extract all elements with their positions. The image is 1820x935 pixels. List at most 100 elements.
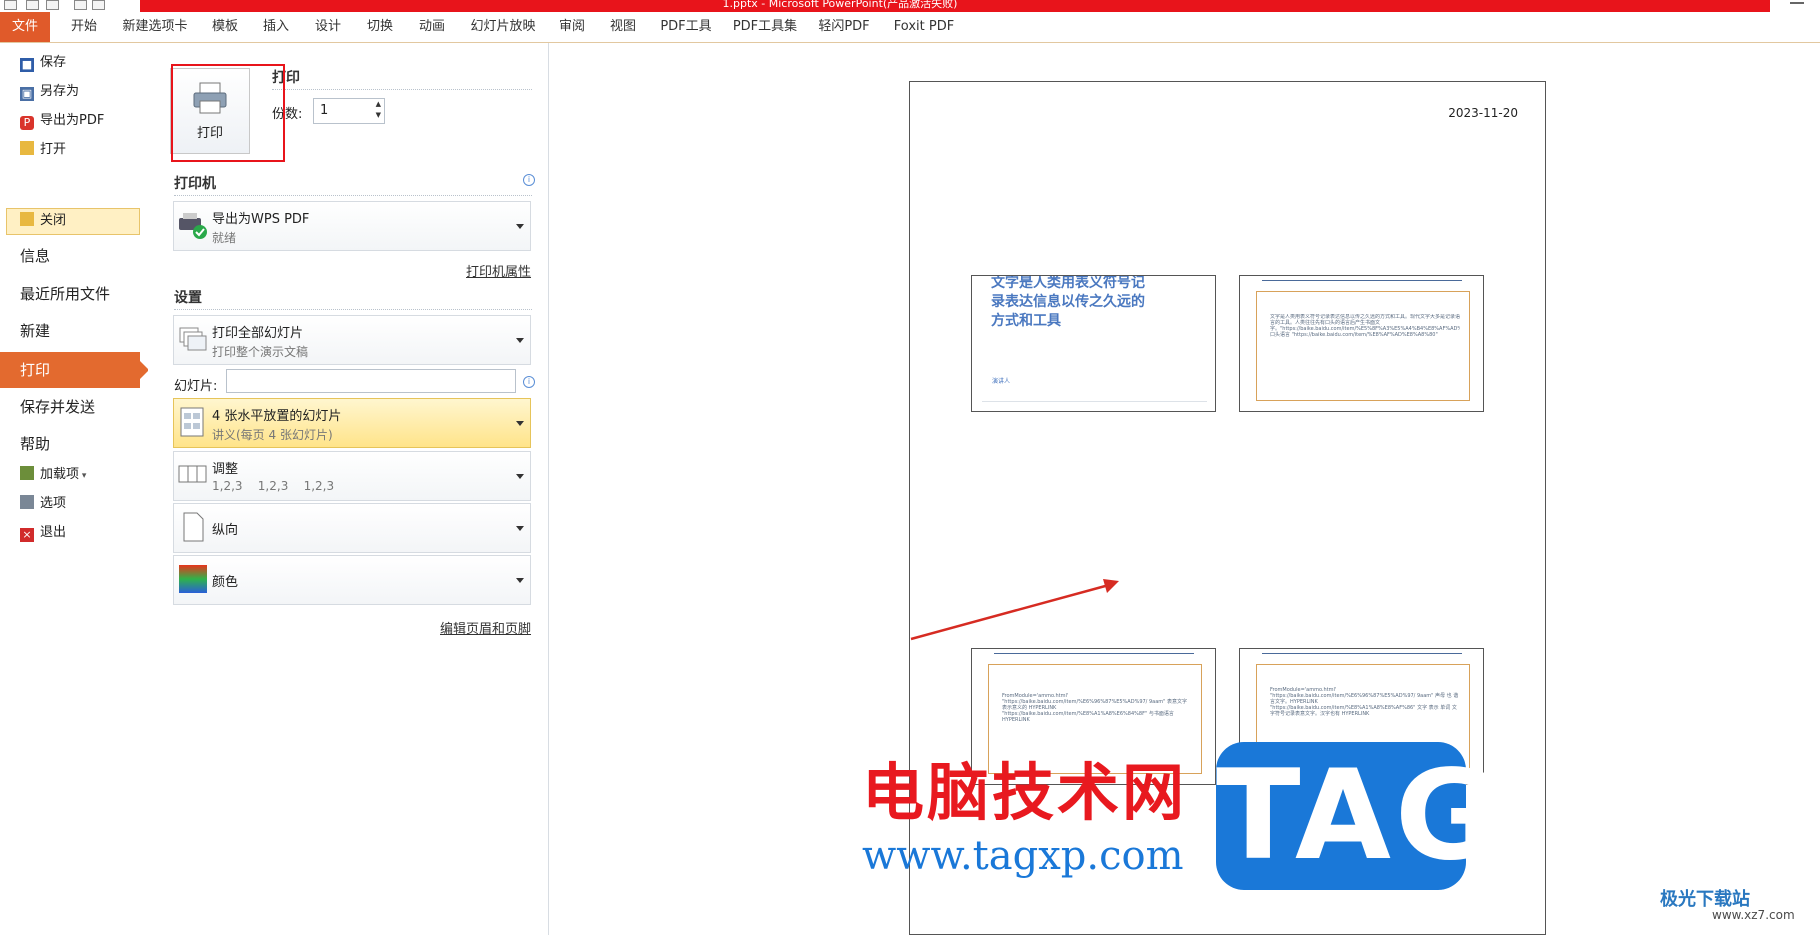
print-button-highlight (171, 64, 285, 162)
printer-properties-link[interactable]: 打印机属性 (466, 261, 531, 280)
printer-status: 就绪 (212, 231, 237, 245)
handout-layout-icon (180, 407, 204, 437)
options-icon (20, 495, 34, 509)
nav-print[interactable]: 打印 (0, 352, 140, 388)
spin-up-icon[interactable]: ▲ (376, 100, 381, 108)
tab-home[interactable]: 开始 (62, 12, 106, 42)
printer-dropdown[interactable]: 导出为WPS PDF 就绪 (173, 201, 531, 251)
chevron-down-icon (516, 224, 524, 229)
orientation-dropdown[interactable]: 纵向 (173, 503, 531, 553)
backstage-nav: ■ 保存 ▣ 另存为 P 导出为PDF 打开 关闭 信息 最近所用文件 新建 打印 保… (0, 43, 149, 935)
nav-info[interactable]: 信息 (20, 239, 50, 273)
folder-open-icon (20, 141, 34, 155)
layout-dropdown[interactable]: 4 张水平放置的幻灯片 讲义(每页 4 张幻灯片) (173, 398, 531, 448)
color-dropdown[interactable]: 颜色 (173, 555, 531, 605)
divider (174, 309, 532, 310)
tab-animations[interactable]: 动画 (412, 12, 452, 42)
save-as-icon: ▣ (20, 87, 34, 101)
chevron-down-icon (516, 421, 524, 426)
slide-thumbnail-2: 文字是人类用表义符号记录表达信息以传之久远的方式和工具。现代文字大多是记录语言的… (1239, 275, 1484, 412)
nav-print-label: 打印 (20, 361, 51, 379)
minimize-icon[interactable] (1790, 2, 1804, 4)
tab-insert[interactable]: 插入 (256, 12, 296, 42)
collate-icon (178, 465, 207, 483)
tab-file[interactable]: 文件 (0, 12, 50, 42)
color-label: 颜色 (212, 575, 239, 590)
quick-access-print-icon[interactable] (92, 0, 105, 10)
chevron-down-icon (516, 526, 524, 531)
chevron-down-icon (516, 578, 524, 583)
nav-addins[interactable]: 加载项 ▾ (20, 463, 86, 487)
nav-close-label: 关闭 (40, 213, 67, 228)
nav-save-as-label: 另存为 (40, 84, 80, 99)
tab-foxit-pdf[interactable]: Foxit PDF (886, 12, 962, 42)
annotation-arrow (910, 579, 1119, 641)
printer-section-title: 打印机 (174, 176, 216, 192)
edit-header-footer-link[interactable]: 编辑页眉和页脚 (440, 618, 531, 637)
spin-down-icon[interactable]: ▼ (376, 111, 381, 119)
nav-recent[interactable]: 最近所用文件 (20, 277, 110, 311)
chevron-down-icon: ▾ (79, 471, 87, 481)
save-icon: ■ (20, 58, 34, 72)
nav-save[interactable]: ■ 保存 (20, 51, 66, 75)
preview-date: 2023-11-20 (1448, 106, 1518, 120)
nav-options[interactable]: 选项 (20, 492, 66, 516)
quick-access-app-icon[interactable] (4, 0, 17, 10)
nav-save-send[interactable]: 保存并发送 (20, 390, 95, 424)
slides-label: 幻灯片: (174, 379, 218, 394)
copies-spinner[interactable]: 1 ▲ ▼ (313, 98, 385, 124)
tab-review[interactable]: 审阅 (552, 12, 592, 42)
nav-help[interactable]: 帮助 (20, 427, 50, 461)
nav-save-as[interactable]: ▣ 另存为 (20, 80, 79, 104)
tab-templates[interactable]: 模板 (205, 12, 245, 42)
folder-close-icon (20, 212, 34, 226)
exit-icon: × (20, 528, 34, 542)
nav-export-pdf[interactable]: P 导出为PDF (20, 109, 104, 133)
print-range-sub: 打印整个演示文稿 (212, 345, 309, 359)
settings-section-title: 设置 (174, 290, 202, 306)
quick-access-redo-icon[interactable] (74, 0, 87, 10)
tab-new-tab[interactable]: 新建选项卡 (118, 12, 192, 42)
copies-value: 1 (320, 103, 329, 118)
nav-close[interactable]: 关闭 (6, 208, 140, 235)
nav-export-pdf-label: 导出为PDF (40, 113, 105, 128)
nav-new[interactable]: 新建 (20, 314, 50, 348)
chevron-down-icon (516, 338, 524, 343)
quick-access-undo-icon[interactable] (46, 0, 59, 10)
collate-main: 调整 (212, 462, 239, 477)
nav-open[interactable]: 打开 (20, 138, 66, 162)
nav-exit[interactable]: × 退出 (20, 521, 66, 545)
tab-flash-pdf[interactable]: 轻闪PDF (814, 12, 874, 42)
info-icon[interactable]: i (523, 174, 535, 186)
tab-design[interactable]: 设计 (308, 12, 348, 42)
title-bar-active: 1.pptx - Microsoft PowerPoint(产品激活失败) (140, 0, 1770, 12)
tab-pdf-toolset[interactable]: PDF工具集 (728, 12, 802, 42)
print-settings-panel: 打印 打印 份数: 1 ▲ ▼ 打印机 i 导出为WPS PDF 就绪 打印机属… (148, 43, 549, 935)
divider (994, 653, 1194, 654)
slides-icon (179, 327, 207, 351)
addins-icon (20, 466, 34, 480)
collate-dropdown[interactable]: 调整 1,2,3 1,2,3 1,2,3 (173, 451, 531, 501)
nav-options-label: 选项 (40, 496, 67, 511)
nav-save-label: 保存 (40, 55, 67, 70)
portrait-icon (183, 512, 204, 542)
info-icon[interactable]: i (523, 376, 535, 388)
slide2-text: 文字是人类用表义符号记录表达信息以传之久远的方式和工具。现代文字大多是记录语言的… (1270, 314, 1460, 338)
layout-main: 4 张水平放置的幻灯片 (212, 409, 342, 424)
watermark-tag-logo: TAG (1216, 742, 1501, 890)
quick-access-save-icon[interactable] (26, 0, 39, 10)
collate-sub: 1,2,3 1,2,3 1,2,3 (212, 479, 335, 493)
tab-slideshow[interactable]: 幻灯片放映 (465, 12, 541, 42)
print-range-dropdown[interactable]: 打印全部幻灯片 打印整个演示文稿 (173, 315, 531, 365)
color-icon (179, 565, 207, 593)
nav-addins-label: 加载项 (40, 467, 80, 482)
divider (272, 89, 532, 90)
slide-thumbnail-1: 文字是人类用表义符号记录表达信息以传之久远的方式和工具 演讲人 (971, 275, 1216, 412)
pdf-icon: P (20, 116, 34, 130)
tab-transitions[interactable]: 切换 (360, 12, 400, 42)
window-title: 1.pptx - Microsoft PowerPoint(产品激活失败) (722, 0, 958, 10)
tab-pdf-tools[interactable]: PDF工具 (656, 12, 716, 42)
tab-view[interactable]: 视图 (603, 12, 643, 42)
slides-input[interactable] (226, 369, 516, 393)
nav-open-label: 打开 (40, 142, 67, 157)
